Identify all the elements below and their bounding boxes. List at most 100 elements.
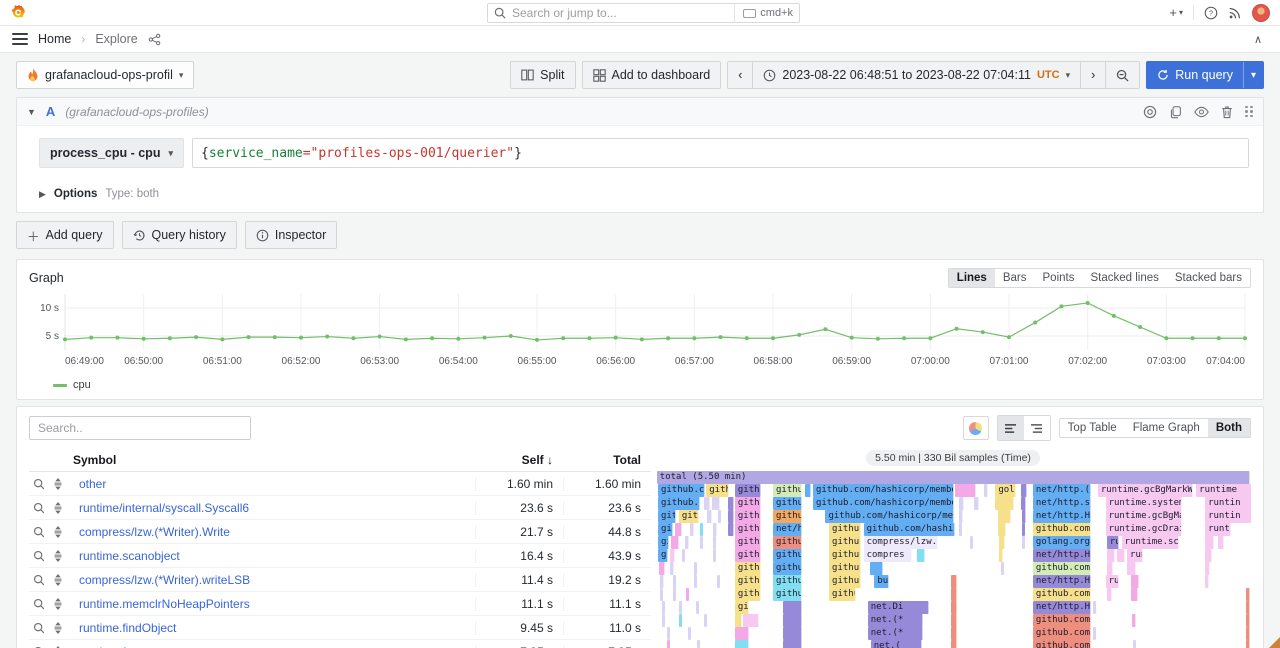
flame-node[interactable]: [1093, 627, 1096, 640]
flame-node[interactable]: github.com/hashicorp/memberli: [825, 510, 954, 523]
flame-node[interactable]: [660, 575, 664, 588]
search-symbol-icon[interactable]: [33, 550, 45, 562]
flame-node[interactable]: [1246, 614, 1251, 627]
flame-node[interactable]: [697, 640, 700, 648]
flame-node[interactable]: [717, 575, 720, 588]
flame-node[interactable]: [690, 523, 694, 536]
split-button[interactable]: Split: [510, 61, 575, 89]
flame-node[interactable]: git: [658, 536, 669, 549]
flame-node[interactable]: [917, 549, 925, 562]
flame-node[interactable]: github.com/c: [1033, 562, 1091, 575]
user-avatar[interactable]: [1252, 4, 1270, 22]
flame-node[interactable]: [1001, 562, 1004, 575]
flame-node[interactable]: github.c: [829, 536, 861, 549]
menu-toggle-icon[interactable]: [12, 33, 28, 45]
record-icon[interactable]: [1143, 105, 1157, 119]
time-range-forward-button[interactable]: ›: [1080, 61, 1106, 89]
flame-node[interactable]: [688, 627, 691, 640]
symbol-link[interactable]: compress/lzw.(*Writer).Write: [73, 525, 475, 539]
flame-node[interactable]: git: [658, 549, 668, 562]
flame-node[interactable]: githu: [735, 562, 761, 575]
flame-node[interactable]: compres: [864, 549, 913, 562]
symbol-search-input[interactable]: Search..: [29, 416, 251, 440]
query-row-header[interactable]: ▼ A (grafanacloud-ops-profiles): [17, 98, 1263, 126]
flame-node[interactable]: [675, 523, 682, 536]
flame-node[interactable]: [951, 588, 957, 601]
flame-node[interactable]: [998, 523, 1006, 536]
query-label-selector-input[interactable]: {service_name="profiles-ops-001/querier"…: [192, 138, 1249, 168]
align-right-button[interactable]: [1024, 416, 1050, 440]
flame-node[interactable]: githu: [735, 575, 761, 588]
search-symbol-icon[interactable]: [33, 598, 45, 610]
flame-node[interactable]: githu: [735, 523, 761, 536]
search-symbol-icon[interactable]: [33, 622, 45, 634]
flame-node[interactable]: githu: [773, 510, 802, 523]
flame-node[interactable]: net/h: [773, 523, 802, 536]
flame-node[interactable]: [999, 549, 1003, 562]
flame-node[interactable]: githu: [735, 588, 761, 601]
flame-node[interactable]: [659, 562, 665, 575]
view-option-both[interactable]: Both: [1208, 419, 1250, 437]
flame-node[interactable]: git: [658, 523, 673, 536]
graph-mode-stacked-bars[interactable]: Stacked bars: [1167, 269, 1250, 287]
flame-node[interactable]: [686, 588, 689, 601]
flame-node[interactable]: githu: [773, 536, 802, 549]
sandwich-view-icon[interactable]: [53, 574, 63, 586]
flame-node[interactable]: [1205, 575, 1209, 588]
flame-node[interactable]: [704, 614, 707, 627]
flame-node[interactable]: [783, 601, 803, 614]
flame-node[interactable]: [1022, 523, 1025, 536]
flame-graph-canvas[interactable]: total (5.50 min)github.cogithugithugithu…: [655, 471, 1251, 648]
flame-node[interactable]: github.com/g: [1033, 588, 1091, 601]
flame-node[interactable]: [995, 497, 1014, 510]
flame-node[interactable]: [707, 510, 711, 523]
flame-node[interactable]: [694, 562, 697, 575]
flame-node[interactable]: [1093, 601, 1096, 614]
flame-node[interactable]: [1131, 588, 1138, 601]
flame-node[interactable]: [728, 523, 733, 536]
flame-node[interactable]: githu: [735, 497, 761, 510]
add-query-button[interactable]: ＋Add query: [16, 221, 114, 249]
flame-node[interactable]: [951, 575, 957, 588]
graph-mode-stacked-lines[interactable]: Stacked lines: [1082, 269, 1166, 287]
chart-legend[interactable]: cpu: [29, 377, 1251, 393]
flame-node[interactable]: net.Di: [868, 601, 929, 614]
graph-mode-points[interactable]: Points: [1035, 269, 1083, 287]
search-symbol-icon[interactable]: [33, 526, 45, 538]
flame-node[interactable]: githu: [735, 549, 761, 562]
grafana-logo-icon[interactable]: [10, 4, 27, 21]
zoom-out-button[interactable]: [1105, 61, 1140, 89]
flame-node[interactable]: githu: [735, 510, 761, 523]
flame-node[interactable]: github.co: [658, 484, 705, 497]
view-option-flame-graph[interactable]: Flame Graph: [1125, 419, 1208, 437]
column-symbol[interactable]: Symbol: [29, 449, 475, 471]
flame-node[interactable]: [984, 484, 988, 497]
copy-icon[interactable]: [1169, 105, 1182, 119]
flame-node[interactable]: runtime.gcBgMarkWorker:: [1098, 484, 1193, 497]
flame-node[interactable]: githu: [829, 588, 856, 601]
flame-node[interactable]: githu: [773, 497, 802, 510]
flame-node[interactable]: [1022, 536, 1025, 549]
flame-node[interactable]: githu: [773, 549, 802, 562]
global-search-input[interactable]: Search or jump to... cmd+k: [487, 3, 800, 23]
sandwich-view-icon[interactable]: [53, 550, 63, 562]
flame-node[interactable]: [974, 497, 978, 510]
flame-node[interactable]: compress/lzw.(*W: [864, 536, 939, 549]
flame-node[interactable]: [805, 484, 811, 497]
align-left-button[interactable]: [998, 416, 1024, 440]
sandwich-view-icon[interactable]: [53, 526, 63, 538]
flame-node[interactable]: [713, 549, 716, 562]
symbol-link[interactable]: other: [73, 477, 475, 491]
flame-node[interactable]: [728, 510, 733, 523]
flame-node[interactable]: githu: [706, 484, 729, 497]
query-history-button[interactable]: Query history: [122, 221, 237, 249]
flame-node[interactable]: [679, 601, 682, 614]
flame-node[interactable]: [735, 614, 742, 627]
flame-node[interactable]: [735, 640, 749, 648]
flame-node[interactable]: [660, 588, 663, 601]
flame-node[interactable]: [1205, 536, 1214, 549]
time-range-back-button[interactable]: ‹: [727, 61, 753, 89]
flame-node[interactable]: [1246, 588, 1251, 601]
search-symbol-icon[interactable]: [33, 478, 45, 490]
flame-node[interactable]: [999, 536, 1004, 549]
